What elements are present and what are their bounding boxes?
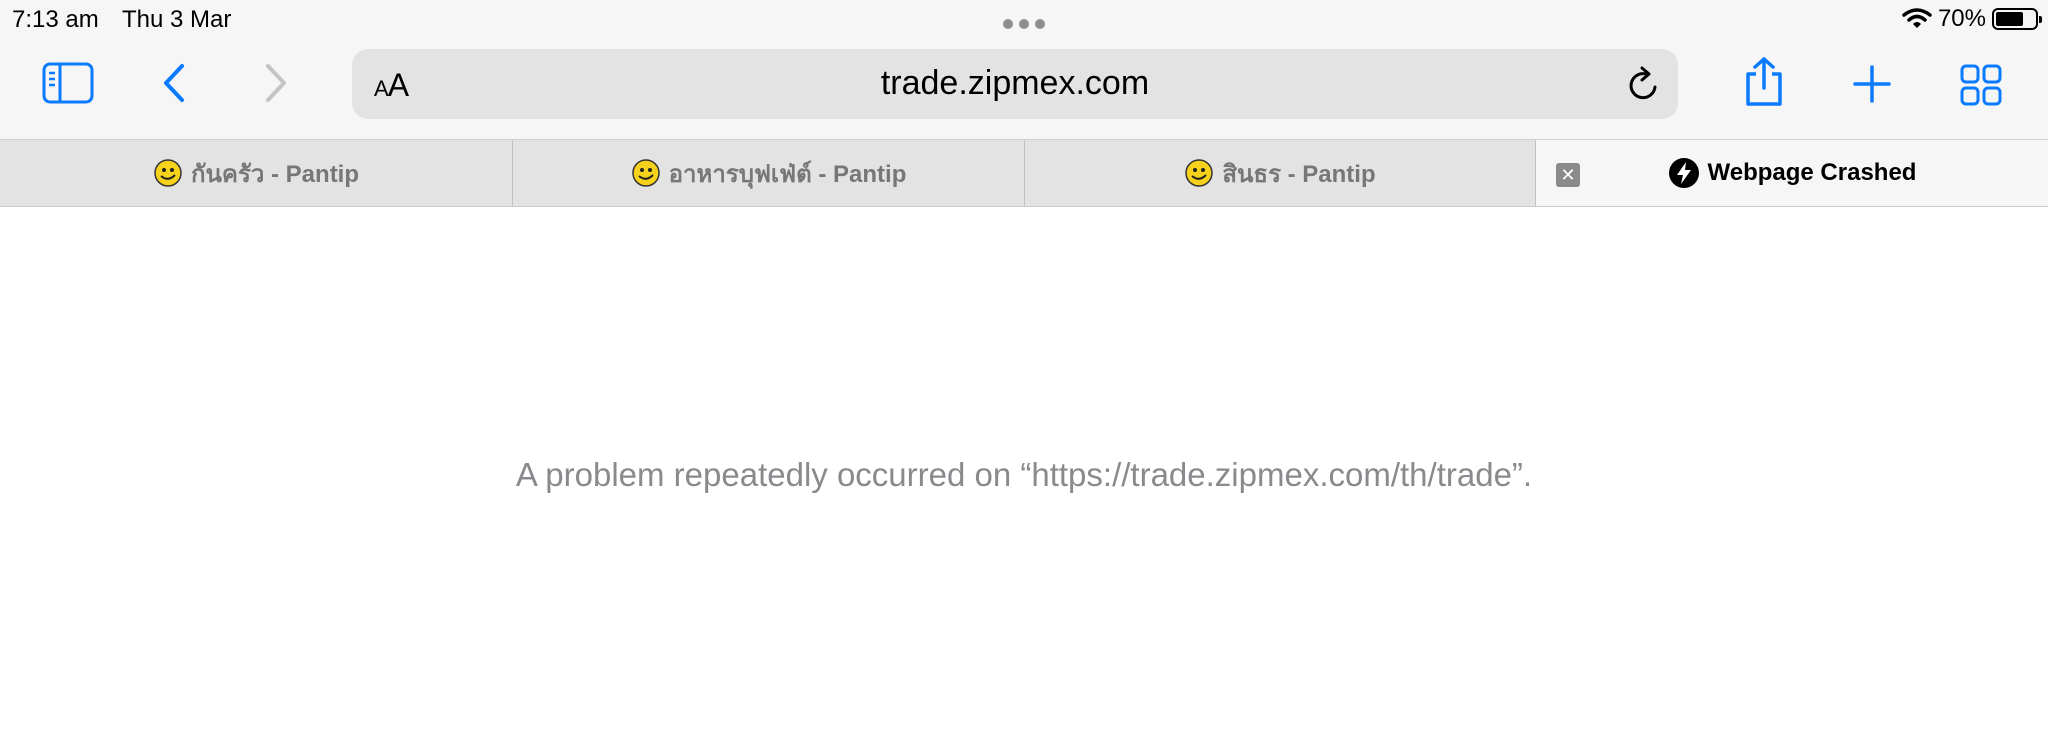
status-date: Thu 3 Mar (122, 6, 232, 33)
wifi-icon (1902, 8, 1932, 28)
status-indicators: 70% (1902, 5, 2042, 33)
battery-percent: 70% (1937, 5, 1986, 32)
chevron-left-icon (164, 64, 184, 102)
tab-kanchrua[interactable]: กันครัว - Pantip (0, 140, 513, 206)
forward-button[interactable] (262, 62, 290, 104)
tab-title: Webpage Crashed (1707, 159, 1917, 186)
back-button[interactable] (160, 62, 188, 104)
pantip-face-icon (631, 159, 660, 187)
reload-icon (1629, 66, 1657, 100)
share-icon (1746, 57, 1782, 106)
tab-title: สินธร - Pantip (1222, 160, 1376, 188)
tab-buffet[interactable]: อาหารบุฟเฟ่ต์ - Pantip (513, 140, 1025, 206)
tab-overview-button[interactable] (1960, 64, 2002, 106)
lightning-icon (1668, 158, 1699, 188)
share-button[interactable] (1742, 56, 1786, 108)
pantip-face-icon (154, 159, 182, 187)
reload-button[interactable] (1626, 65, 1662, 108)
battery-icon (1992, 8, 2042, 30)
sidebar-button[interactable] (42, 62, 94, 104)
sidebar-icon (42, 62, 94, 104)
browser-chrome: 7:13 am Thu 3 Mar 70% AA trade.zipmex.co… (0, 0, 2048, 207)
address-bar[interactable]: AA trade.zipmex.com (352, 49, 1678, 119)
tab-title: กันครัว - Pantip (190, 160, 360, 188)
multitasking-dots-icon[interactable] (1003, 19, 1045, 29)
tab-sinthorn[interactable]: สินธร - Pantip (1025, 140, 1536, 206)
close-icon[interactable]: ✕ (1556, 163, 1580, 187)
pantip-face-icon (1185, 159, 1214, 187)
tab-strip: กันครัว - Pantip อาหารบุฟเฟ่ต์ - Pantip … (0, 139, 2048, 207)
new-tab-button[interactable] (1852, 64, 1892, 104)
tab-title: อาหารบุฟเฟ่ต์ - Pantip (668, 160, 907, 188)
plus-icon (1853, 65, 1891, 103)
crash-message: A problem repeatedly occurred on “https:… (515, 456, 1533, 493)
tab-webpage-crashed[interactable]: ✕ Webpage Crashed (1536, 140, 2048, 206)
grid-icon (1960, 64, 2002, 106)
status-time: 7:13 am (12, 6, 99, 33)
url-text: trade.zipmex.com (880, 64, 1150, 102)
chevron-right-icon (266, 64, 286, 102)
